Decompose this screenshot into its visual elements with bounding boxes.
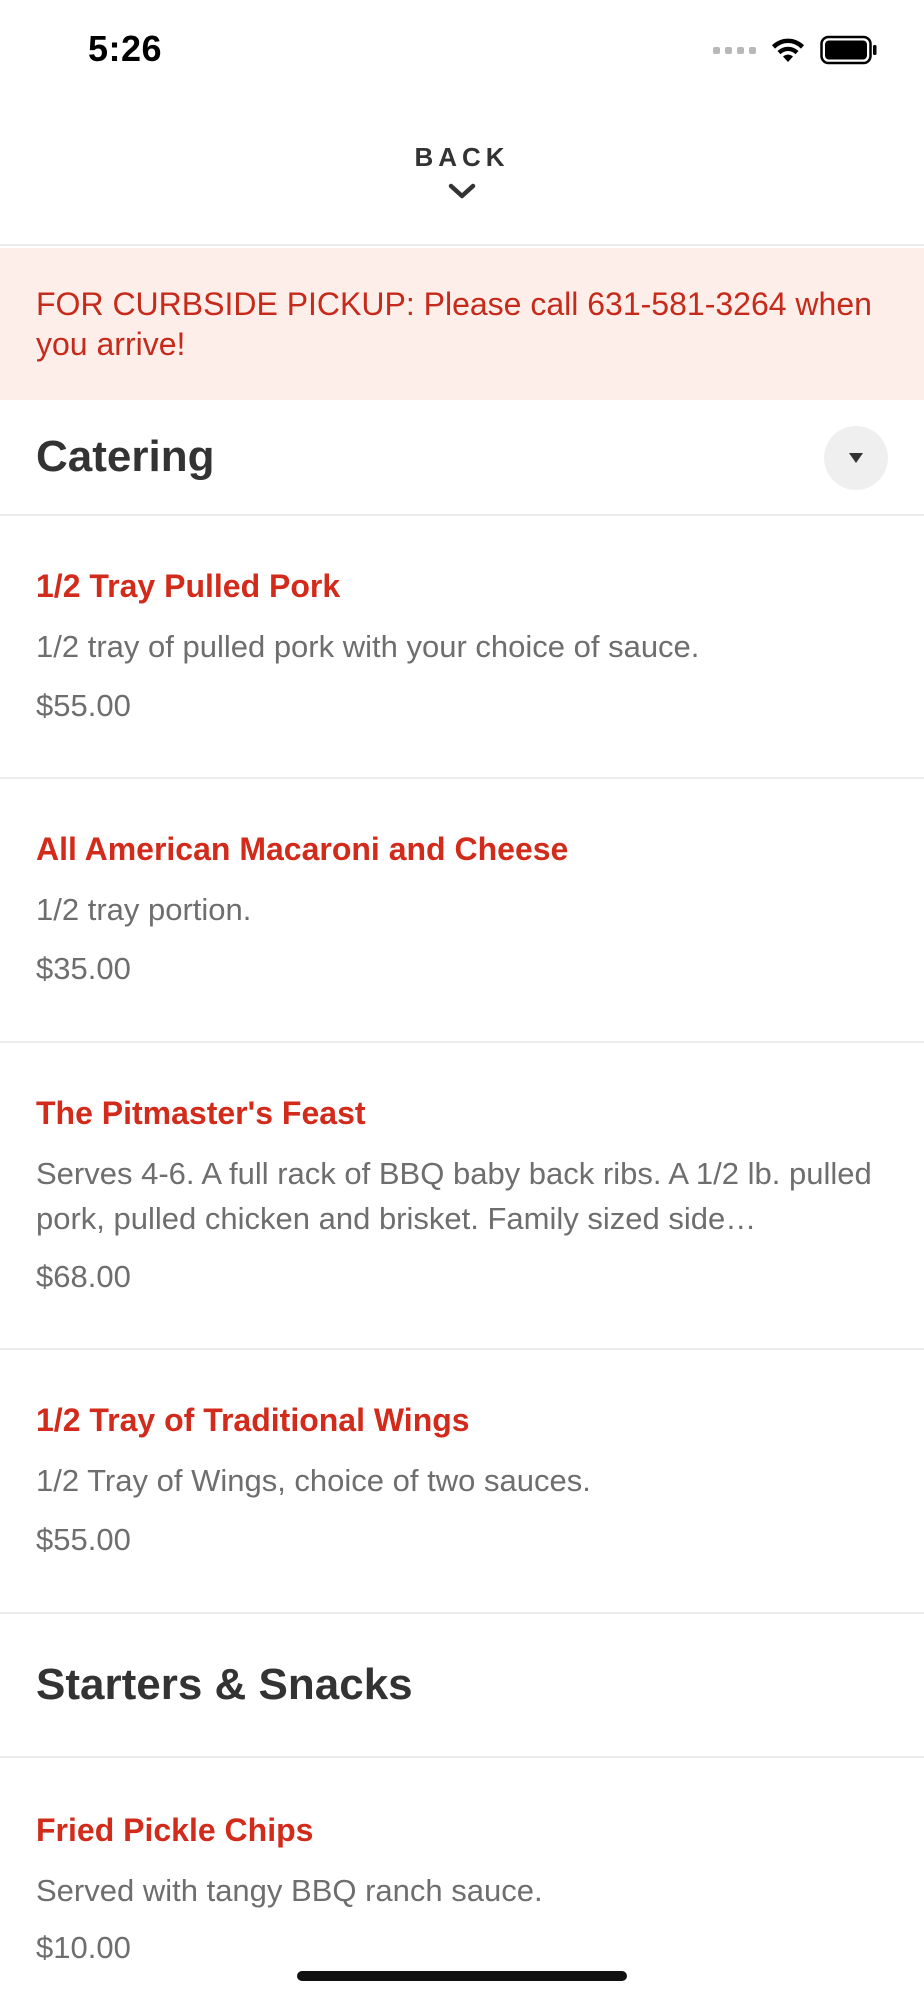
menu-item-price: $55.00 — [36, 688, 131, 723]
menu-item-name: The Pitmaster's Feast — [36, 1095, 366, 1131]
cellular-signal-icon — [713, 46, 756, 54]
menu-item[interactable]: Fried Pickle Chips Served with tangy BBQ… — [0, 1758, 924, 2000]
menu-item-name: Fried Pickle Chips — [36, 1812, 314, 1848]
back-button[interactable]: BACK — [0, 100, 924, 246]
battery-icon — [820, 35, 877, 65]
menu-item-description: 1/2 tray of pulled pork with your choice… — [36, 629, 700, 664]
menu-item[interactable]: 1/2 Tray Pulled Pork 1/2 tray of pulled … — [0, 516, 924, 779]
wifi-icon — [772, 38, 804, 62]
menu-item-description: Serves 4-6. A full rack of BBQ baby back… — [36, 1156, 872, 1236]
menu-item-description: Served with tangy BBQ ranch sauce. — [36, 1873, 543, 1908]
menu-screen: 5:26 BACK FOR CURBSIDE PICKUP: Please ca — [0, 0, 924, 2000]
menu-item-price: $68.00 — [36, 1259, 131, 1294]
menu-item[interactable]: 1/2 Tray of Traditional Wings 1/2 Tray o… — [0, 1350, 924, 1614]
status-bar: 5:26 — [0, 0, 924, 100]
caret-down-icon — [849, 453, 863, 463]
menu-item-price: $35.00 — [36, 951, 131, 986]
section-collapse-button[interactable] — [824, 426, 888, 490]
menu-item[interactable]: The Pitmaster's Feast Serves 4-6. A full… — [0, 1043, 924, 1350]
back-label: BACK — [414, 142, 510, 172]
status-icons — [713, 34, 878, 66]
menu-item[interactable]: All American Macaroni and Cheese 1/2 tra… — [0, 779, 924, 1043]
menu-item-name: 1/2 Tray of Traditional Wings — [36, 1402, 470, 1438]
section-title: Starters & Snacks — [36, 1660, 413, 1709]
home-indicator[interactable] — [297, 1971, 627, 1981]
menu-item-name: 1/2 Tray Pulled Pork — [36, 568, 341, 604]
chevron-down-icon — [448, 183, 476, 199]
menu-item-name: All American Macaroni and Cheese — [36, 831, 569, 867]
section-header-catering[interactable]: Catering — [0, 400, 924, 516]
menu-item-price: $10.00 — [36, 1930, 131, 1965]
status-time: 5:26 — [88, 28, 163, 69]
curbside-pickup-text: FOR CURBSIDE PICKUP: Please call 631-581… — [36, 286, 872, 362]
curbside-pickup-banner: FOR CURBSIDE PICKUP: Please call 631-581… — [0, 248, 924, 400]
menu-item-description: 1/2 tray portion. — [36, 892, 252, 927]
section-header-starters-snacks: Starters & Snacks — [0, 1614, 924, 1758]
menu-item-description: 1/2 Tray of Wings, choice of two sauces. — [36, 1463, 591, 1498]
menu-item-price: $55.00 — [36, 1522, 131, 1557]
section-title: Catering — [36, 432, 215, 481]
